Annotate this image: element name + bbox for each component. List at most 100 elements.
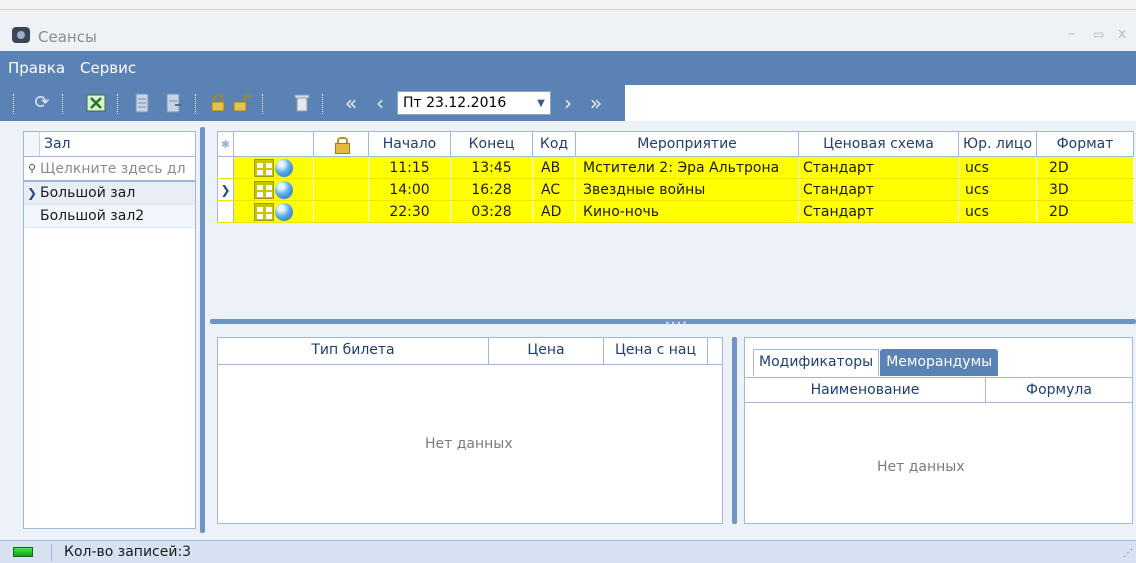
new-row-icon[interactable]: ✱ — [217, 131, 234, 157]
column-header-ticket-type[interactable]: Тип билета — [218, 338, 489, 364]
title-bar: Сеансы – ▭ x — [0, 10, 1136, 51]
sessions-header-row: ✱ Начало Конец Код Мероприятие Ценовая с… — [217, 131, 1134, 157]
hall-name: Большой зал — [40, 185, 136, 201]
sessions-grid: ✱ Начало Конец Код Мероприятие Ценовая с… — [217, 131, 1134, 317]
session-format: 3D — [1036, 178, 1134, 201]
session-row[interactable]: 22:30 03:28 AD Кино-ночь Стандарт ucs 2D — [217, 200, 1134, 223]
session-row[interactable]: 11:15 13:45 AB Мстители 2: Эра Альтрона … — [217, 156, 1134, 179]
session-price-scheme: Стандарт — [798, 200, 959, 223]
session-event: Кино-ночь — [575, 200, 799, 223]
hall-filter-row[interactable]: ⚲ Щелкните здесь дл — [24, 157, 195, 182]
modifiers-panel: Модификаторы Меморандумы Наименование Фо… — [744, 337, 1133, 524]
vertical-splitter-bottom[interactable] — [732, 337, 737, 524]
modifiers-tabs: Модификаторы Меморандумы — [753, 349, 999, 376]
lock-icon[interactable] — [206, 91, 230, 115]
hall-list-header: Зал — [24, 132, 195, 157]
connection-status-icon — [13, 547, 33, 557]
delete-row-icon[interactable] — [162, 91, 186, 115]
current-row-icon: ❯ — [26, 186, 38, 200]
session-event: Звездные войны — [575, 178, 799, 201]
session-price-scheme: Стандарт — [798, 156, 959, 179]
trash-icon[interactable] — [290, 91, 314, 115]
copy-session-icon[interactable] — [130, 91, 154, 115]
seat-map-icon[interactable] — [254, 202, 274, 221]
session-end: 13:45 — [450, 156, 533, 179]
session-row[interactable]: ❯ 14:00 16:28 AC Звездные войны Стандарт… — [217, 178, 1134, 201]
column-header-format[interactable]: Формат — [1036, 131, 1134, 157]
hall-name: Большой зал2 — [40, 208, 145, 224]
session-end: 16:28 — [450, 178, 533, 201]
toolbar-grip — [13, 94, 15, 114]
column-header-price-scheme[interactable]: Ценовая схема — [798, 131, 959, 157]
session-legal-entity: ucs — [958, 156, 1037, 179]
hall-filter-placeholder: Щелкните здесь дл — [40, 160, 186, 177]
session-start: 22:30 — [368, 200, 451, 223]
next-day-icon[interactable]: › — [556, 91, 580, 115]
session-code: AB — [532, 156, 576, 179]
toolbar-separator — [117, 94, 119, 114]
hall-column-header[interactable]: Зал — [40, 132, 75, 156]
close-icon[interactable]: x — [1118, 26, 1126, 42]
seat-map-icon[interactable] — [254, 180, 274, 199]
globe-icon[interactable] — [275, 180, 293, 199]
column-header-lock[interactable] — [313, 131, 369, 157]
first-day-icon[interactable]: « — [336, 91, 360, 115]
toolbar-separator — [322, 94, 324, 114]
session-code: AD — [532, 200, 576, 223]
toolbar-separator — [262, 94, 264, 114]
background-window-edge — [0, 0, 1136, 10]
date-picker[interactable]: Пт 23.12.2016 ▼ — [397, 91, 551, 115]
session-format: 2D — [1036, 156, 1134, 179]
window-title: Сеансы — [38, 28, 97, 46]
filter-icon: ⚲ — [27, 162, 37, 175]
toolbar-separator — [62, 94, 64, 114]
menu-edit[interactable]: Правка — [8, 59, 65, 77]
session-price-scheme: Стандарт — [798, 178, 959, 201]
previous-day-icon[interactable]: ‹ — [368, 91, 392, 115]
tab-memoranda[interactable]: Меморандумы — [880, 349, 999, 376]
session-event: Мстители 2: Эра Альтрона — [575, 156, 799, 179]
column-header-price-with-markup[interactable]: Цена с нац — [604, 338, 708, 364]
session-legal-entity: ucs — [958, 200, 1037, 223]
toolbar-separator — [195, 94, 197, 114]
modifiers-header: Наименование Формула — [745, 377, 1133, 403]
globe-icon[interactable] — [275, 158, 293, 177]
menu-service[interactable]: Сервис — [80, 59, 136, 77]
session-code: AC — [532, 178, 576, 201]
hall-list: Зал ⚲ Щелкните здесь дл ❯ Большой зал Бо… — [23, 131, 196, 529]
column-header-legal-entity[interactable]: Юр. лицо — [958, 131, 1037, 157]
last-day-icon[interactable]: » — [584, 91, 608, 115]
chevron-down-icon[interactable]: ▼ — [532, 98, 550, 109]
column-header-icons[interactable] — [233, 131, 314, 157]
session-start: 11:15 — [368, 156, 451, 179]
current-row-icon: ❯ — [217, 178, 234, 201]
modifiers-empty-text: Нет данных — [877, 459, 965, 475]
splitter-grip-icon: •••• — [665, 319, 688, 328]
minimize-icon[interactable]: – — [1068, 26, 1075, 42]
session-legal-entity: ucs — [958, 178, 1037, 201]
excel-export-icon[interactable] — [84, 91, 108, 115]
column-header-price[interactable]: Цена — [489, 338, 604, 364]
maximize-icon[interactable]: ▭ — [1093, 26, 1104, 42]
menu-bar: Правка Сервис — [0, 51, 1136, 85]
hall-row[interactable]: Большой зал2 — [24, 205, 195, 228]
tickets-empty-text: Нет данных — [425, 436, 513, 452]
unlock-icon[interactable] — [230, 91, 254, 115]
hall-row[interactable]: ❯ Большой зал — [24, 182, 195, 205]
globe-icon[interactable] — [275, 202, 293, 221]
tab-modifiers[interactable]: Модификаторы — [753, 349, 880, 376]
seat-map-icon[interactable] — [254, 158, 274, 177]
session-end: 03:28 — [450, 200, 533, 223]
session-format: 2D — [1036, 200, 1134, 223]
vertical-splitter[interactable] — [200, 127, 205, 533]
lock-icon — [334, 136, 350, 154]
resize-grip-icon[interactable]: ⋰ — [1123, 548, 1133, 559]
column-header-code[interactable]: Код — [532, 131, 576, 157]
column-header-start[interactable]: Начало — [368, 131, 451, 157]
column-header-name[interactable]: Наименование — [745, 378, 986, 402]
column-header-event[interactable]: Мероприятие — [575, 131, 799, 157]
record-count: Кол-во записей:3 — [64, 544, 192, 560]
column-header-end[interactable]: Конец — [450, 131, 533, 157]
column-header-formula[interactable]: Формула — [986, 378, 1132, 402]
refresh-icon[interactable]: ⟳ — [30, 91, 54, 115]
